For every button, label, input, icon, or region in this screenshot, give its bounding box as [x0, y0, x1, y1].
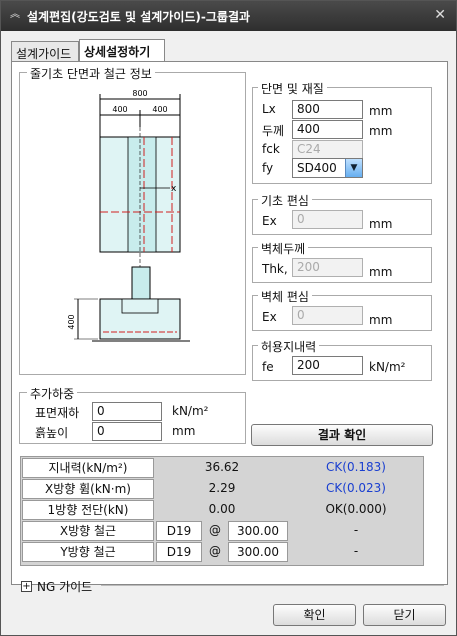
bearing-legend: 허용지내력	[258, 338, 320, 355]
row-label-x-bending: X방향 휨(kN·m)	[22, 479, 154, 499]
fy-label: fy	[262, 161, 274, 175]
x-axis-label: x	[171, 184, 177, 194]
ng-guide-divider	[101, 585, 444, 586]
value-x-bending: 2.29	[208, 481, 236, 495]
fe-unit: kN/m²	[369, 360, 406, 374]
thickness-label: 두께	[262, 124, 285, 138]
ng-guide-toggle[interactable]: + NG 가이드	[21, 578, 92, 595]
status-bearing: CK(0.183)	[326, 460, 386, 474]
dim-left-text: 400	[112, 105, 127, 114]
plan-wall	[127, 136, 157, 253]
footing-section-diagram: 800 400 400 x 400	[67, 89, 190, 342]
lx-input[interactable]: 800	[292, 100, 363, 119]
surface-load-label: 표면재하	[35, 406, 80, 420]
surface-load-input[interactable]: 0	[92, 402, 162, 421]
dim-right-text: 400	[152, 105, 167, 114]
thickness-input[interactable]: 400	[292, 120, 363, 139]
wall-thickness-unit: mm	[369, 265, 393, 279]
tab-design-guide[interactable]: 설계가이드	[11, 41, 79, 62]
dim-total-text: 800	[132, 89, 147, 98]
close-icon[interactable]: ✕	[434, 7, 446, 23]
x-rebar-spacing-input[interactable]: 300.00	[228, 521, 288, 541]
x-rebar-size-input[interactable]: D19	[156, 521, 202, 541]
check-result-button[interactable]: 결과 확인	[251, 424, 433, 446]
tab-detail-settings[interactable]: 상세설정하기	[79, 39, 165, 63]
status-one-way-shear: OK(0.000)	[325, 502, 387, 516]
thickness-unit: mm	[369, 124, 393, 138]
row-label-bearing: 지내력(kN/m²)	[22, 458, 154, 478]
fy-selected-value: SD400	[297, 161, 337, 175]
status-x-bending: CK(0.023)	[326, 481, 386, 495]
row-label-one-way-shear: 1방향 전단(kN)	[22, 500, 154, 520]
row-label-x-rebar: X방향 철근	[22, 521, 154, 541]
foundation-ecc-input[interactable]: 0	[292, 210, 363, 229]
wall-thickness-legend: 벽체두께	[258, 240, 309, 257]
wall-ecc-unit: mm	[369, 313, 393, 327]
fe-label: fe	[262, 360, 274, 374]
title-bar[interactable]: ︽ 설계편집(강도검토 및 설계가이드)-그룹결과 ✕	[1, 1, 456, 31]
fck-label: fck	[262, 142, 280, 156]
chevron-down-icon[interactable]: ▼	[345, 159, 362, 177]
wall-ecc-input[interactable]: 0	[292, 306, 363, 325]
ng-guide-label: NG 가이드	[37, 580, 93, 594]
extra-load-legend: 추가하중	[27, 385, 78, 402]
section-wall	[131, 266, 151, 300]
soil-height-input[interactable]: 0	[92, 422, 162, 441]
diagram-legend: 줄기초 단면과 철근 정보	[27, 65, 155, 82]
wall-ecc-legend: 벽체 편심	[258, 288, 312, 305]
fck-input[interactable]: C24	[292, 140, 363, 159]
value-bearing: 36.62	[204, 460, 240, 474]
foundation-ecc-legend: 기초 편심	[258, 192, 312, 209]
soil-height-unit: mm	[172, 424, 196, 438]
double-chevron-up-icon[interactable]: ︽	[10, 10, 20, 20]
results-table: 지내력(kN/m²) 36.62 CK(0.183) X방향 휨(kN·m) 2…	[20, 456, 424, 566]
y-rebar-size-input[interactable]: D19	[156, 542, 202, 562]
dialog-window: ︽ 설계편집(강도검토 및 설계가이드)-그룹결과 ✕ 설계가이드 상세설정하기…	[0, 0, 457, 636]
dim-height-text: 400	[67, 314, 76, 329]
y-rebar-spacing-input[interactable]: 300.00	[228, 542, 288, 562]
x-rebar-status: -	[353, 523, 359, 537]
soil-height-label: 흙높이	[35, 426, 69, 440]
y-rebar-at: @	[209, 544, 221, 558]
y-rebar-status: -	[353, 544, 359, 558]
value-one-way-shear: 0.00	[208, 502, 236, 516]
fe-input[interactable]: 200	[292, 356, 363, 375]
wall-thickness-input[interactable]: 200	[292, 258, 363, 277]
surface-load-unit: kN/m²	[172, 404, 209, 418]
foundation-ecc-unit: mm	[369, 217, 393, 231]
foundation-ecc-label: Ex	[262, 214, 277, 228]
close-button[interactable]: 닫기	[363, 604, 446, 626]
ok-button[interactable]: 확인	[273, 604, 356, 626]
x-rebar-at: @	[209, 523, 221, 537]
fy-select[interactable]: SD400 ▼	[292, 158, 363, 178]
row-label-y-rebar: Y방향 철근	[22, 542, 154, 562]
section-legend: 단면 및 재질	[258, 80, 327, 97]
expand-plus-icon[interactable]: +	[21, 581, 32, 592]
lx-label: Lx	[262, 102, 276, 116]
wall-thickness-label: Thk,	[262, 262, 288, 276]
lx-unit: mm	[369, 104, 393, 118]
wall-ecc-label: Ex	[262, 310, 277, 324]
window-title: 설계편집(강도검토 및 설계가이드)-그룹결과	[27, 10, 251, 24]
